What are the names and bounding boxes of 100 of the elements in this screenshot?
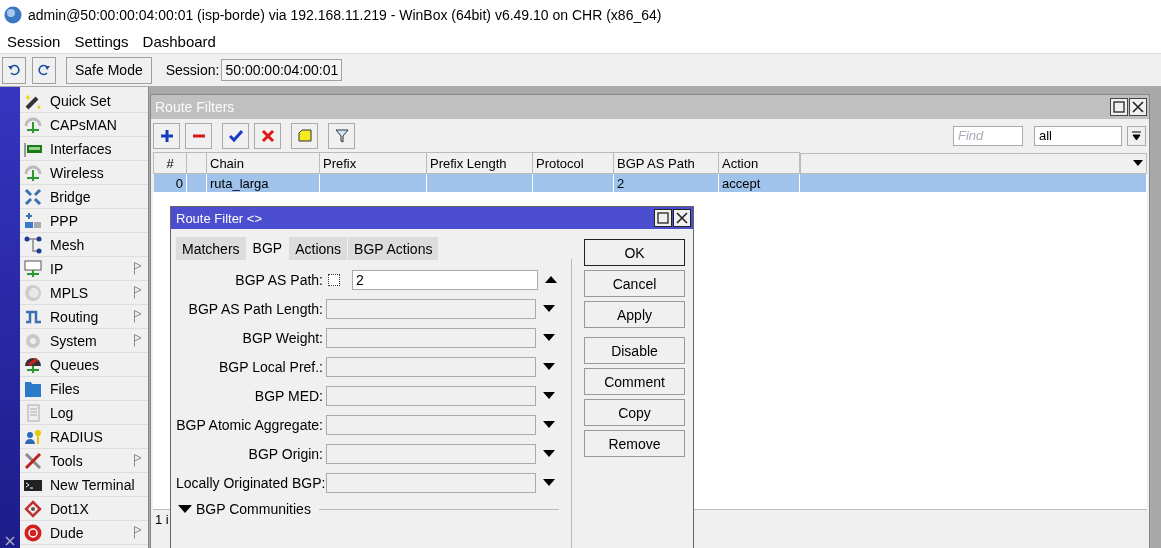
sidebar-item[interactable]: Dot1X xyxy=(20,497,148,521)
close-icon[interactable] xyxy=(5,536,15,546)
remove-button[interactable] xyxy=(185,122,212,149)
expand-arrow-icon[interactable] xyxy=(543,305,555,312)
dropdown-button[interactable] xyxy=(1127,125,1146,146)
window-title: Route Filters xyxy=(155,99,235,115)
disc-icon xyxy=(24,283,42,302)
close-icon[interactable] xyxy=(1129,98,1147,116)
expand-arrow-icon[interactable] xyxy=(543,392,555,399)
sidebar-item[interactable]: Queues xyxy=(20,353,148,377)
dialog-button[interactable]: Comment xyxy=(584,368,685,395)
field-label: Locally Originated BGP: xyxy=(176,474,323,491)
disable-button[interactable] xyxy=(254,122,281,149)
find-field[interactable]: Find xyxy=(953,125,1023,146)
table-row[interactable]: 0 ruta_larga 2 accept xyxy=(153,173,1147,192)
down-arrow-icon xyxy=(1132,130,1141,141)
sidebar-item[interactable]: MPLS xyxy=(20,281,148,305)
maximize-icon[interactable] xyxy=(654,209,672,227)
monitor-icon xyxy=(24,259,42,278)
redo-button[interactable] xyxy=(32,56,56,84)
dialog-button[interactable]: Disable xyxy=(584,337,685,364)
sidebar-item[interactable]: Log xyxy=(20,401,148,425)
column-header[interactable]: # xyxy=(153,152,187,174)
dialog-button[interactable]: OK xyxy=(584,239,685,266)
sidebar-item[interactable]: RADIUS xyxy=(20,425,148,449)
field-label: BGP AS Path: xyxy=(234,271,323,288)
field-label: BGP Local Pref.: xyxy=(218,358,323,375)
sidebar-item[interactable]: Bridge xyxy=(20,185,148,209)
enable-button[interactable] xyxy=(222,122,249,149)
filter-dropdown[interactable]: all xyxy=(1034,125,1122,146)
status-text: 1 i xyxy=(155,512,169,527)
column-header[interactable]: Prefix Length xyxy=(426,152,533,174)
document-icon xyxy=(24,403,42,422)
menu-item[interactable]: Session xyxy=(0,30,68,53)
safe-mode-button[interactable]: Safe Mode xyxy=(66,56,152,84)
sidebar-item[interactable]: PPP xyxy=(20,209,148,233)
sidebar-item[interactable]: Interfaces xyxy=(20,137,148,161)
column-menu-icon[interactable] xyxy=(1132,160,1143,166)
dome-icon xyxy=(24,355,42,374)
connector-icon xyxy=(24,211,42,230)
dialog-button[interactable]: Remove xyxy=(584,430,685,457)
expand-arrow-icon[interactable] xyxy=(543,363,555,370)
sidebar-item[interactable]: Wireless xyxy=(20,161,148,185)
filter-button[interactable] xyxy=(328,122,355,149)
collapse-arrow-icon[interactable] xyxy=(545,276,557,283)
input-field[interactable] xyxy=(326,298,536,319)
folder-icon xyxy=(24,379,42,398)
column-header[interactable]: Action xyxy=(718,152,800,174)
comment-button[interactable] xyxy=(291,122,318,149)
sidebar-item[interactable]: Quick Set xyxy=(20,89,148,113)
antenna-icon xyxy=(24,163,42,182)
expand-arrow-icon[interactable] xyxy=(543,450,555,457)
app-logo-icon xyxy=(4,6,22,24)
menu-item[interactable]: Settings xyxy=(67,30,136,53)
input-field[interactable] xyxy=(326,385,536,406)
redo-icon xyxy=(38,64,50,76)
sidebar-item[interactable]: System xyxy=(20,329,148,353)
expand-arrow-icon[interactable] xyxy=(543,479,555,486)
expand-arrow-icon[interactable] xyxy=(178,505,192,513)
sidebar-item[interactable]: New Terminal xyxy=(20,473,148,497)
input-field[interactable] xyxy=(326,472,536,493)
column-header[interactable]: Prefix xyxy=(319,152,427,174)
sidebar-item[interactable]: Dude xyxy=(20,521,148,545)
sidebar-item[interactable]: Files xyxy=(20,377,148,401)
undo-button[interactable] xyxy=(2,56,26,84)
input-field[interactable]: 2 xyxy=(352,269,538,290)
section-title: BGP Communities xyxy=(196,501,311,517)
expand-arrow-icon[interactable] xyxy=(543,334,555,341)
nodes-icon xyxy=(24,235,42,254)
input-field[interactable] xyxy=(326,356,536,377)
column-header[interactable]: BGP AS Path xyxy=(613,152,719,174)
sidebar-item[interactable]: Routing xyxy=(20,305,148,329)
maximize-icon[interactable] xyxy=(1110,98,1128,116)
session-label: Session: xyxy=(165,62,220,78)
dialog-button[interactable]: Apply xyxy=(584,301,685,328)
add-button[interactable] xyxy=(153,122,180,149)
field-label: BGP AS Path Length: xyxy=(187,300,323,317)
dialog-button[interactable]: Copy xyxy=(584,399,685,426)
diamond-icon xyxy=(24,499,42,518)
input-field[interactable] xyxy=(326,327,536,348)
sidebar-item[interactable]: IP xyxy=(20,257,148,281)
tab[interactable]: Actions xyxy=(289,237,348,260)
input-field[interactable] xyxy=(326,443,536,464)
tab[interactable]: Matchers xyxy=(176,237,246,260)
close-icon[interactable] xyxy=(673,209,691,227)
sidebar-item[interactable]: Mesh xyxy=(20,233,148,257)
sidebar-item[interactable]: CAPsMAN xyxy=(20,113,148,137)
check-icon xyxy=(228,128,243,143)
column-header[interactable]: Protocol xyxy=(532,152,614,174)
checkbox[interactable] xyxy=(328,273,340,286)
field-label: BGP Origin: xyxy=(247,445,323,462)
cross-icon xyxy=(260,128,275,143)
column-header[interactable]: Chain xyxy=(206,152,320,174)
tab[interactable]: BGP Actions xyxy=(348,237,439,260)
menu-item[interactable]: Dashboard xyxy=(135,30,223,53)
sidebar-item[interactable]: Tools xyxy=(20,449,148,473)
input-field[interactable] xyxy=(326,414,536,435)
field-label: BGP Weight: xyxy=(241,329,323,346)
expand-arrow-icon[interactable] xyxy=(543,421,555,428)
dialog-button[interactable]: Cancel xyxy=(584,270,685,297)
